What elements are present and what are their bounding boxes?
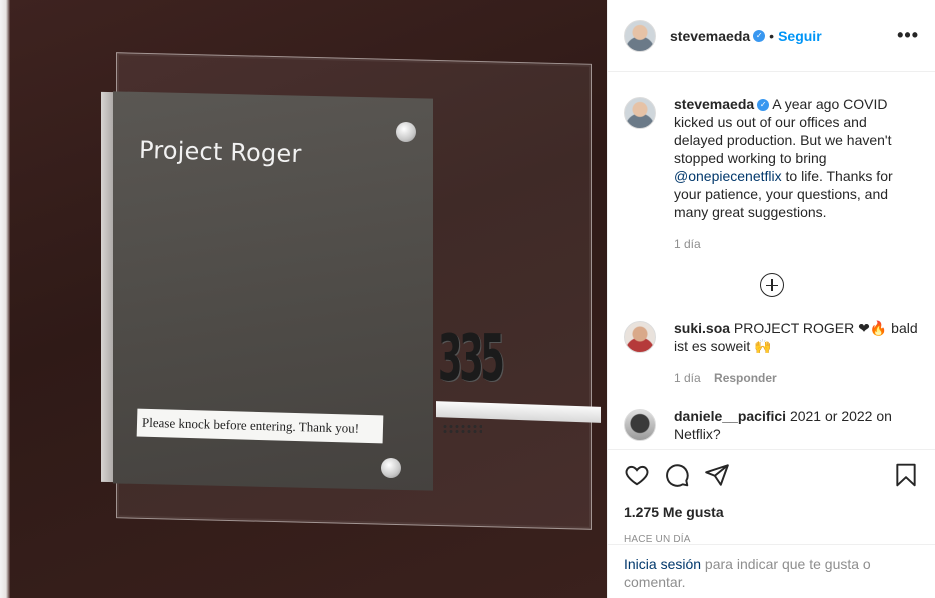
follow-button[interactable]: Seguir (778, 28, 822, 44)
instagram-post: Project Roger Please knock before enteri… (0, 0, 935, 598)
load-more-comments-icon[interactable] (759, 273, 784, 297)
wall-edge (0, 0, 10, 598)
caption-mention-link[interactable]: @onepiecenetflix (674, 168, 782, 184)
caption-username[interactable]: stevemaeda (674, 96, 754, 112)
caption-row: stevemaeda ✓ A year ago COVID kicked us o… (624, 73, 919, 251)
commenter-avatar[interactable] (624, 321, 656, 353)
comment-username[interactable]: daniele__pacifici (674, 408, 786, 424)
comment-meta: 1 día Responder (674, 371, 919, 385)
comment-text: suki.soa PROJECT ROGER ❤🔥 bald ist es so… (674, 319, 919, 355)
comment-icon[interactable] (664, 462, 690, 488)
load-more (624, 273, 919, 297)
plaque-title: Project Roger (138, 135, 302, 169)
post-actions: 1.275 Me gusta HACE UN DÍA (608, 449, 935, 545)
braille-dots (442, 424, 482, 434)
plaque-bolt (396, 122, 416, 142)
caption-text: stevemaeda ✓ A year ago COVID kicked us o… (674, 95, 919, 221)
share-icon[interactable] (704, 462, 730, 488)
commenter-avatar[interactable] (624, 409, 656, 441)
login-prompt: Inicia sesión para indicar que te gusta … (608, 544, 935, 598)
post-image[interactable]: Project Roger Please knock before enteri… (0, 0, 607, 598)
comment-row: daniele__pacifici 2021 or 2022 on Netfli… (624, 385, 919, 443)
room-number: 335 (438, 322, 505, 396)
comment-age[interactable]: 1 día (674, 371, 701, 385)
login-link[interactable]: Inicia sesión (624, 556, 701, 572)
caption-meta: 1 día (674, 237, 919, 251)
plaque-bolt (381, 458, 401, 478)
author-avatar[interactable] (624, 19, 656, 52)
verified-badge-icon: ✓ (753, 29, 766, 42)
comment-text: daniele__pacifici 2021 or 2022 on Netfli… (674, 407, 919, 443)
reply-button[interactable]: Responder (714, 371, 777, 385)
comments-list[interactable]: stevemaeda ✓ A year ago COVID kicked us o… (608, 73, 935, 449)
author-info: stevemaeda ✓ • Seguir (670, 28, 822, 44)
bookmark-icon[interactable] (893, 462, 919, 488)
caption-age[interactable]: 1 día (674, 237, 701, 251)
separator-dot: • (769, 27, 775, 44)
heart-icon[interactable] (624, 462, 650, 488)
post-header: stevemaeda ✓ • Seguir ••• (608, 0, 935, 72)
author-username[interactable]: stevemaeda (670, 28, 750, 44)
comment-username[interactable]: suki.soa (674, 320, 730, 336)
author-avatar[interactable] (624, 97, 656, 129)
comment-row: suki.soa PROJECT ROGER ❤🔥 bald ist es so… (624, 297, 919, 385)
action-icons (624, 458, 919, 492)
likes-count[interactable]: 1.275 Me gusta (624, 504, 919, 520)
more-options-icon[interactable]: ••• (897, 25, 919, 46)
post-side-panel: stevemaeda ✓ • Seguir ••• stevemaeda ✓ A … (607, 0, 935, 598)
verified-badge-icon: ✓ (757, 99, 770, 112)
